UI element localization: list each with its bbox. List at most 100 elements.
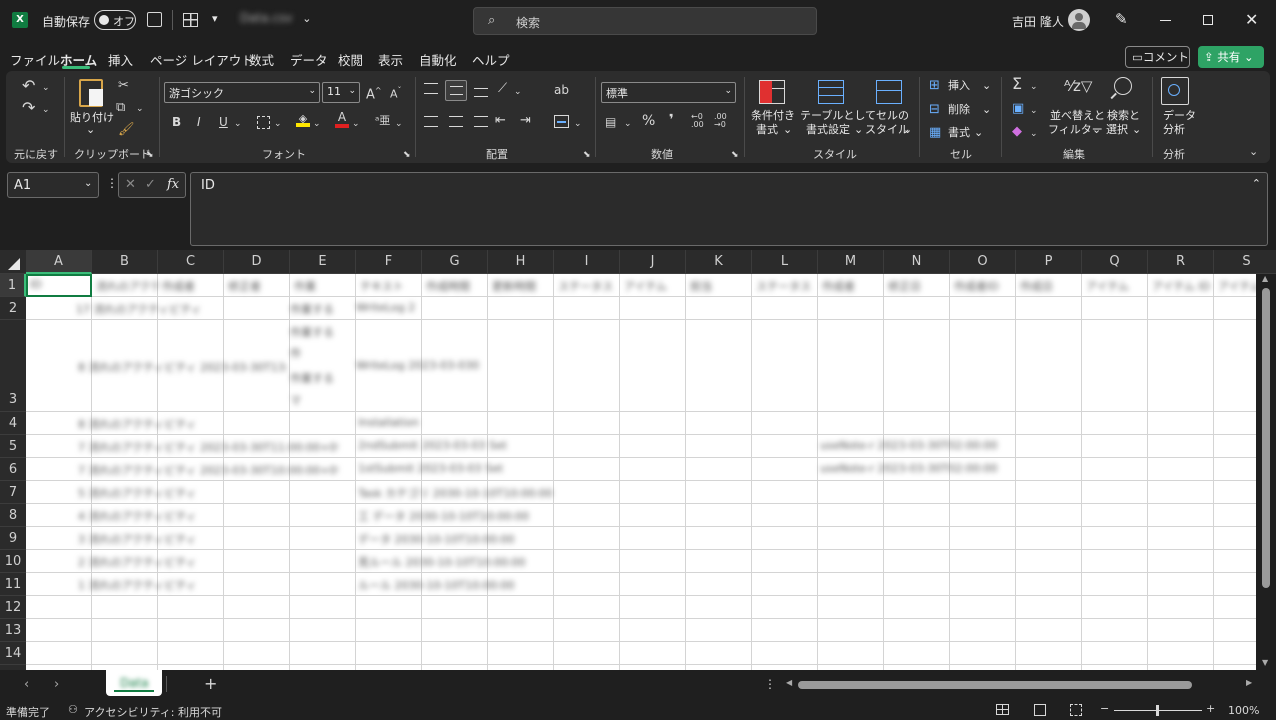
row-header-2[interactable]: 2	[0, 297, 26, 320]
decrease-font-icon[interactable]: Aˇ	[390, 84, 402, 102]
row-header-5[interactable]: 5	[0, 435, 26, 458]
align-right-icon[interactable]	[474, 116, 488, 127]
minimize-button[interactable]	[1160, 20, 1171, 21]
row-header-9[interactable]: 9	[0, 527, 26, 550]
menu-review[interactable]: 校閲	[338, 50, 363, 69]
comma-button[interactable]: ❜	[669, 113, 674, 127]
column-header-n[interactable]: N	[884, 250, 950, 274]
cell-b2[interactable]: 17 流れのアクティビティ	[76, 301, 276, 317]
format-cells-dropdown-icon[interactable]: ⌄	[974, 126, 983, 139]
quick-access-dropdown-icon[interactable]: ▾	[212, 12, 218, 25]
autosave-toggle[interactable]: オフ	[94, 10, 136, 30]
cell-e3-line2[interactable]: 作	[290, 345, 354, 361]
italic-button[interactable]: I	[197, 115, 201, 129]
scroll-right-icon[interactable]: ▶	[1246, 678, 1252, 687]
delete-cells-label[interactable]: 削除	[948, 103, 970, 116]
user-name[interactable]: 吉田 隆人	[1012, 13, 1064, 30]
ribbon-collapse-icon[interactable]: ⌄	[1249, 145, 1258, 159]
cell-n1[interactable]: 修正日	[888, 278, 950, 294]
select-all-button[interactable]	[0, 250, 26, 274]
save-icon[interactable]	[147, 12, 162, 27]
font-color-dropdown-icon[interactable]: ⌄	[352, 117, 360, 131]
orientation-icon[interactable]: ⟋	[498, 82, 507, 96]
cell-f9[interactable]: データ 2030-10-10T10:00:00	[358, 531, 568, 547]
sort-filter-label1[interactable]: 並べ替えと	[1050, 109, 1105, 122]
fill-color-icon[interactable]: ◈	[296, 113, 310, 127]
horizontal-scroll-thumb[interactable]	[798, 681, 1192, 689]
cell-f11[interactable]: ルール 2030-10-10T10:00:00	[358, 577, 568, 593]
paste-icon[interactable]	[79, 79, 103, 107]
undo-icon[interactable]: ↶	[22, 78, 35, 94]
close-button[interactable]: ✕	[1245, 10, 1258, 29]
cell-e3-line1[interactable]: 作業する	[290, 324, 354, 340]
phonetic-icon[interactable]: ᵃ亜	[375, 114, 390, 128]
cell-b3[interactable]: 8 流れのアクティビティ 2023-03-30T13:00:00	[78, 359, 288, 375]
row-header-7[interactable]: 7	[0, 481, 26, 504]
column-header-c[interactable]: C	[158, 250, 224, 274]
row-header-13[interactable]: 13	[0, 619, 26, 642]
add-sheet-button[interactable]: +	[204, 674, 217, 693]
horizontal-scrollbar[interactable]: ◀ ▶	[786, 678, 1256, 692]
cell-q1[interactable]: アイテム	[1086, 278, 1148, 294]
tab-split-handle-icon[interactable]: ⋮	[764, 677, 776, 691]
border-icon[interactable]	[257, 116, 270, 129]
find-select-icon[interactable]	[1114, 77, 1132, 95]
increase-font-icon[interactable]: A^	[366, 84, 382, 102]
align-top-icon[interactable]	[424, 83, 438, 94]
alignment-launcher-icon[interactable]: ⬊	[583, 148, 591, 162]
cell-b11[interactable]: 1 流れのアクティビティ	[78, 577, 228, 593]
cancel-entry-icon[interactable]: ✕	[125, 177, 136, 192]
cell-j1[interactable]: アイテム	[624, 278, 686, 294]
cell-l1[interactable]: ステータス	[756, 278, 818, 294]
format-as-table-label2[interactable]: 書式設定	[806, 123, 850, 136]
align-center-icon[interactable]	[449, 116, 463, 127]
cell-b5[interactable]: 7 流れのアクティビティ 2023-03-30T11:00:00+09:00	[78, 439, 338, 455]
clipboard-launcher-icon[interactable]: ⬊	[146, 148, 154, 162]
zoom-out-icon[interactable]: −	[1100, 702, 1109, 715]
confirm-entry-icon[interactable]: ✓	[145, 177, 156, 192]
cell-p1[interactable]: 作成日	[1020, 278, 1082, 294]
column-header-q[interactable]: Q	[1082, 250, 1148, 274]
sheet-area[interactable]: ID流れのアクティビ作成者修正者作業テキスト作成時間更新時間ステータスアイテム担…	[26, 274, 1256, 670]
format-as-table-dropdown-icon[interactable]: ⌄	[854, 123, 863, 136]
clear-dropdown-icon[interactable]: ⌄	[1030, 127, 1038, 141]
row-header-10[interactable]: 10	[0, 550, 26, 573]
column-header-m[interactable]: M	[818, 250, 884, 274]
cell-o1[interactable]: 作成者ID	[954, 278, 1016, 294]
clear-icon[interactable]: ◆	[1012, 125, 1022, 139]
wrap-text-icon[interactable]: ab	[554, 83, 569, 97]
menu-file[interactable]: ファイル	[10, 50, 60, 69]
formula-bar-options-icon[interactable]: ⋮	[106, 176, 118, 190]
currency-dropdown-icon[interactable]: ⌄	[624, 117, 632, 131]
cell-e1[interactable]: 作業	[294, 278, 356, 294]
cell-f8[interactable]: 工 データ 2030-10-10T10:00:00	[358, 508, 568, 524]
file-name[interactable]: Data.csv ⌄	[240, 11, 311, 31]
fill-icon[interactable]: ▣	[1012, 102, 1024, 116]
comment-button[interactable]: ▭コメント	[1125, 46, 1190, 68]
fill-dropdown-icon[interactable]: ⌄	[1030, 104, 1038, 118]
conditional-format-label2[interactable]: 書式	[756, 123, 778, 136]
share-button[interactable]: ⇪ 共有 ⌄	[1198, 46, 1264, 68]
cell-c1[interactable]: 作成者	[162, 278, 224, 294]
autosum-dropdown-icon[interactable]: ⌄	[1030, 80, 1038, 94]
insert-cells-dropdown-icon[interactable]: ⌄	[982, 79, 991, 92]
bold-button[interactable]: B	[172, 115, 181, 129]
underline-button[interactable]: U	[219, 115, 228, 129]
menu-help[interactable]: ヘルプ	[472, 50, 510, 69]
border-dropdown-icon[interactable]: ⌄	[274, 117, 282, 131]
column-header-d[interactable]: D	[224, 250, 290, 274]
name-box[interactable]: A1 ⌄	[7, 172, 99, 198]
zoom-slider-thumb[interactable]	[1156, 705, 1159, 716]
avatar[interactable]	[1068, 9, 1090, 31]
cell-m6[interactable]: useNote-r 2023-03-30T02:00:00	[820, 462, 1030, 475]
find-select-label2[interactable]: 選択	[1106, 123, 1128, 136]
cell-e3-line3[interactable]: 作業する	[290, 370, 354, 386]
column-header-l[interactable]: L	[752, 250, 818, 274]
cell-styles-dropdown-icon[interactable]: ⌄	[903, 123, 912, 136]
cell-b9[interactable]: 3 流れのアクティビティ	[78, 531, 228, 547]
find-select-label1[interactable]: 検索と	[1107, 109, 1140, 122]
column-header-o[interactable]: O	[950, 250, 1016, 274]
cell-b8[interactable]: 4 流れのアクティビティ	[78, 508, 228, 524]
copy-dropdown-icon[interactable]: ⌄	[136, 102, 144, 116]
row-header-3[interactable]: 3	[0, 320, 26, 412]
